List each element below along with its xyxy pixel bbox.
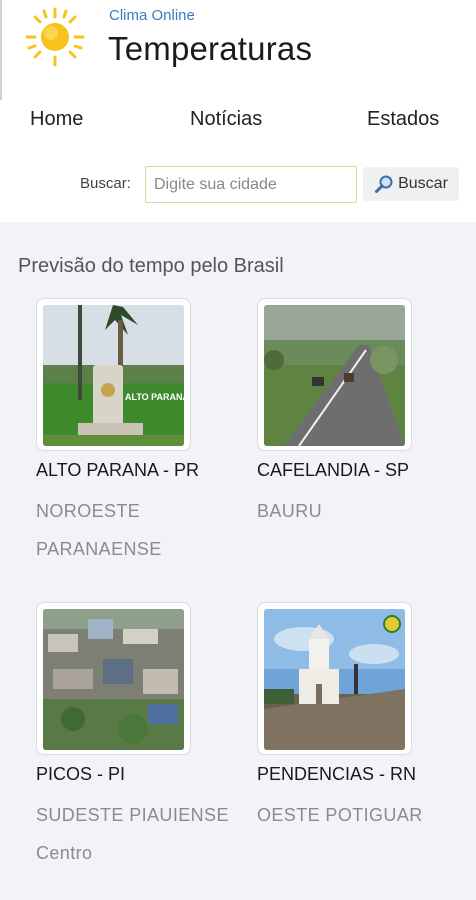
city-region: SUDESTE PIAUIENSE Centro: [36, 805, 229, 863]
main-nav: Home Notícias Estados: [0, 108, 476, 138]
city-thumbnail[interactable]: [257, 602, 412, 755]
city-region: OESTE POTIGUAR: [257, 805, 423, 825]
sun-icon[interactable]: [24, 6, 86, 68]
city-photo: ALTO PARANÁ: [43, 305, 184, 446]
site-subtitle: Clima Online: [109, 7, 195, 24]
city-name[interactable]: CAFELANDIA - SP: [257, 460, 409, 481]
search-button[interactable]: Buscar: [363, 167, 459, 201]
city-thumbnail[interactable]: [257, 298, 412, 451]
city-region: NOROESTE PARANAENSE: [36, 501, 162, 559]
main-content: Previsão do tempo pelo Brasil ALTO PARAN…: [0, 222, 476, 900]
search-bar: Buscar: Buscar: [0, 165, 476, 205]
city-thumbnail[interactable]: [36, 602, 191, 755]
city-photo: [264, 305, 405, 446]
nav-estados[interactable]: Estados: [367, 108, 439, 131]
city-name[interactable]: ALTO PARANA - PR: [36, 460, 199, 481]
search-label: Buscar:: [80, 175, 131, 192]
search-icon: [375, 175, 393, 193]
search-input[interactable]: [145, 166, 357, 203]
city-photo: [43, 609, 184, 750]
city-region: BAURU: [257, 501, 323, 521]
city-name[interactable]: PENDENCIAS - RN: [257, 764, 416, 785]
header-left-border: [0, 0, 2, 100]
city-photo: [264, 609, 405, 750]
page-header: Clima Online Temperaturas: [0, 0, 476, 100]
svg-text:ALTO PARANÁ: ALTO PARANÁ: [125, 392, 184, 402]
city-name[interactable]: PICOS - PI: [36, 764, 125, 785]
city-thumbnail[interactable]: ALTO PARANÁ: [36, 298, 191, 451]
nav-home[interactable]: Home: [30, 108, 83, 131]
search-button-label: Buscar: [398, 175, 448, 192]
site-title[interactable]: Temperaturas: [108, 30, 312, 68]
nav-noticias[interactable]: Notícias: [190, 108, 262, 131]
section-title: Previsão do tempo pelo Brasil: [18, 255, 284, 277]
